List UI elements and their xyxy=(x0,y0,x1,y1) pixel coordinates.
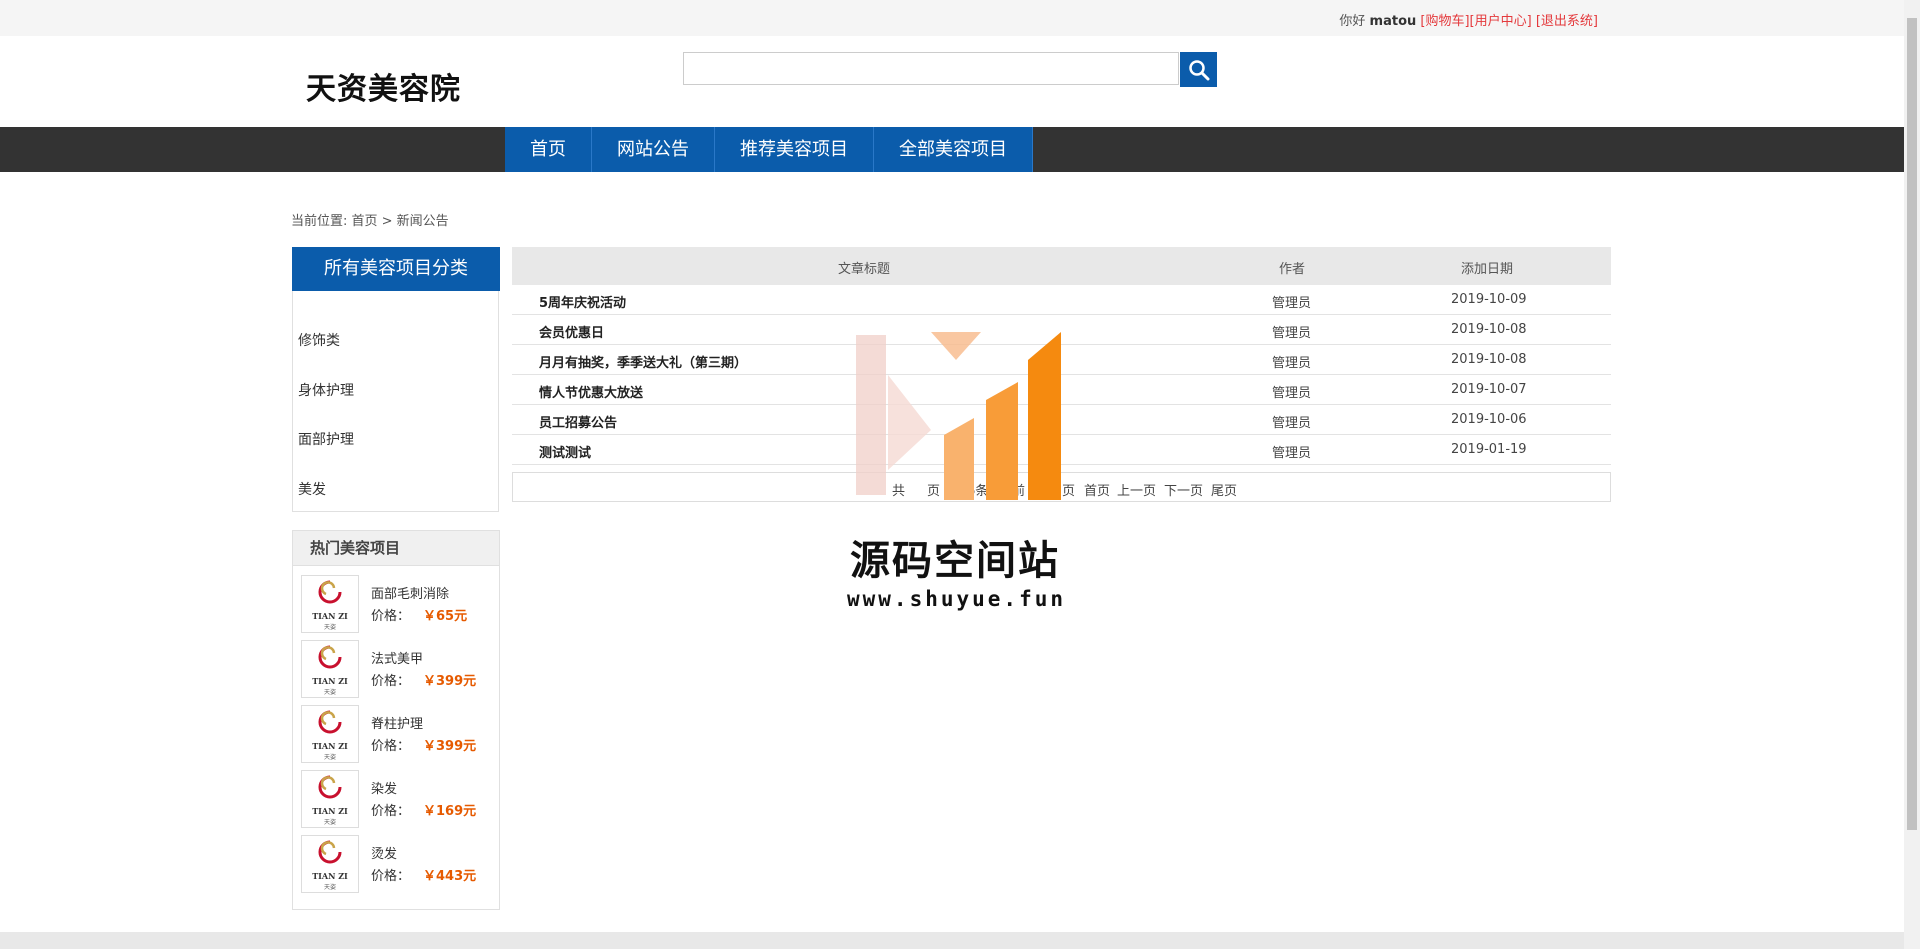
price-label: 价格： xyxy=(371,674,411,689)
thumb-subtext: 天姿 xyxy=(323,884,336,891)
hot-item-name[interactable]: 法式美甲 xyxy=(371,648,423,667)
row-author: 管理员 xyxy=(1272,356,1312,371)
price-label: 价格： xyxy=(371,804,411,819)
thumb-text: TIAN ZI xyxy=(312,741,348,751)
row-title[interactable]: 情人节优惠大放送 xyxy=(539,382,643,401)
thumb-text: TIAN ZI xyxy=(312,676,348,686)
pager-last[interactable]: 尾页 xyxy=(1211,480,1237,499)
thumb-text: TIAN ZI xyxy=(312,611,348,621)
footer-bar xyxy=(0,932,1904,949)
thumb-text: TIAN ZI xyxy=(312,871,348,881)
hot-item-name[interactable]: 染发 xyxy=(371,778,397,797)
category-list: 修饰类 身体护理 面部护理 美发 xyxy=(292,291,499,512)
row-author: 管理员 xyxy=(1272,446,1312,461)
scrollbar-thumb[interactable] xyxy=(1907,18,1917,830)
row-title[interactable]: 会员优惠日 xyxy=(539,322,604,341)
thumb-text: TIAN ZI xyxy=(312,806,348,816)
header-date: 添加日期 xyxy=(1461,262,1514,277)
row-date: 2019-10-07 xyxy=(1451,382,1527,397)
thumb-subtext: 天姿 xyxy=(323,624,336,631)
row-date: 2019-01-19 xyxy=(1451,442,1527,457)
user-center-link[interactable]: [用户中心] xyxy=(1470,14,1532,29)
category-item[interactable]: 身体护理 xyxy=(298,380,354,400)
hot-projects-list: TIAN ZI 天姿 面部毛刺消除 价格： ￥65元 TIAN ZI 天姿 法式… xyxy=(292,566,500,910)
hot-item-name[interactable]: 烫发 xyxy=(371,843,397,862)
hot-item-name[interactable]: 脊柱护理 xyxy=(371,713,423,732)
row-date: 2019-10-09 xyxy=(1451,292,1527,307)
thumb-subtext: 天姿 xyxy=(323,754,336,761)
category-item[interactable]: 面部护理 xyxy=(298,429,354,449)
tianzi-logo-icon xyxy=(318,775,342,799)
watermark-logo xyxy=(856,332,1061,500)
hot-item[interactable]: TIAN ZI 天姿 面部毛刺消除 价格： ￥65元 xyxy=(301,575,497,635)
watermark-url: www.shuyue.fun xyxy=(847,587,1067,611)
breadcrumb: 当前位置: 首页 > 新闻公告 xyxy=(291,214,449,229)
hot-item-price: ￥399元 xyxy=(423,674,477,689)
tianzi-logo-icon xyxy=(318,840,342,864)
tianzi-logo-icon xyxy=(318,580,342,604)
search-input[interactable] xyxy=(683,52,1179,85)
hot-item-price: ￥443元 xyxy=(423,869,477,884)
price-label: 价格： xyxy=(371,609,411,624)
header-title: 文章标题 xyxy=(838,262,891,277)
pager-prev[interactable]: 上一页 xyxy=(1117,480,1156,499)
hot-item[interactable]: TIAN ZI 天姿 烫发 价格： ￥443元 xyxy=(301,835,497,895)
greeting-text: 你好 xyxy=(1339,14,1366,29)
row-title[interactable]: 员工招募公告 xyxy=(539,412,617,431)
search-icon xyxy=(1188,59,1209,80)
hot-item[interactable]: TIAN ZI 天姿 染发 价格： ￥169元 xyxy=(301,770,497,830)
cart-link[interactable]: [购物车] xyxy=(1420,14,1469,29)
hot-item[interactable]: TIAN ZI 天姿 法式美甲 价格： ￥399元 xyxy=(301,640,497,700)
hot-item-price: ￥65元 xyxy=(423,609,468,624)
username: matou xyxy=(1369,14,1417,29)
row-author: 管理员 xyxy=(1272,416,1312,431)
row-title[interactable]: 月月有抽奖，季季送大礼（第三期） xyxy=(539,352,747,371)
table-row[interactable]: 5周年庆祝活动 管理员 2019-10-09 xyxy=(512,285,1611,315)
category-item[interactable]: 美发 xyxy=(298,479,326,499)
row-date: 2019-10-06 xyxy=(1451,412,1527,427)
hot-projects-title: 热门美容项目 xyxy=(292,530,500,566)
row-title[interactable]: 5周年庆祝活动 xyxy=(539,292,626,311)
nav-announcements[interactable]: 网站公告 xyxy=(592,127,715,172)
nav-all-projects[interactable]: 全部美容项目 xyxy=(874,127,1033,172)
header-author: 作者 xyxy=(1279,262,1306,277)
logout-link[interactable]: [退出系统] xyxy=(1536,14,1598,29)
product-thumbnail[interactable]: TIAN ZI 天姿 xyxy=(301,640,359,698)
row-date: 2019-10-08 xyxy=(1451,322,1527,337)
hot-item-price: ￥169元 xyxy=(423,804,477,819)
price-label: 价格： xyxy=(371,869,411,884)
category-title: 所有美容项目分类 xyxy=(292,247,500,291)
row-date: 2019-10-08 xyxy=(1451,352,1527,367)
product-thumbnail[interactable]: TIAN ZI 天姿 xyxy=(301,575,359,633)
table-header: 文章标题 作者 添加日期 xyxy=(512,247,1611,285)
thumb-subtext: 天姿 xyxy=(323,689,336,696)
nav-home[interactable]: 首页 xyxy=(505,127,592,172)
price-label: 价格： xyxy=(371,739,411,754)
thumb-subtext: 天姿 xyxy=(323,819,336,826)
main-nav: 首页 网站公告 推荐美容项目 全部美容项目 xyxy=(0,127,1904,172)
top-bar: 你好 matou [购物车][用户中心] [退出系统] xyxy=(0,0,1904,36)
hot-item[interactable]: TIAN ZI 天姿 脊柱护理 价格： ￥399元 xyxy=(301,705,497,765)
row-author: 管理员 xyxy=(1272,296,1312,311)
row-author: 管理员 xyxy=(1272,386,1312,401)
category-item[interactable]: 修饰类 xyxy=(298,330,340,350)
row-title[interactable]: 测试测试 xyxy=(539,442,591,461)
product-thumbnail[interactable]: TIAN ZI 天姿 xyxy=(301,835,359,893)
search-button[interactable] xyxy=(1180,52,1217,87)
greeting: 你好 matou [购物车][用户中心] [退出系统] xyxy=(1339,10,1598,29)
product-thumbnail[interactable]: TIAN ZI 天姿 xyxy=(301,770,359,828)
nav-recommended[interactable]: 推荐美容项目 xyxy=(715,127,874,172)
vertical-scrollbar[interactable] xyxy=(1904,0,1920,949)
pager-first[interactable]: 首页 xyxy=(1084,480,1110,499)
row-author: 管理员 xyxy=(1272,326,1312,341)
pager-next[interactable]: 下一页 xyxy=(1164,480,1203,499)
site-logo[interactable]: 天资美容院 xyxy=(306,64,461,108)
hot-item-price: ￥399元 xyxy=(423,739,477,754)
tianzi-logo-icon xyxy=(318,645,342,669)
product-thumbnail[interactable]: TIAN ZI 天姿 xyxy=(301,705,359,763)
watermark-title: 源码空间站 xyxy=(850,538,1060,584)
hot-item-name[interactable]: 面部毛刺消除 xyxy=(371,583,449,602)
tianzi-logo-icon xyxy=(318,710,342,734)
